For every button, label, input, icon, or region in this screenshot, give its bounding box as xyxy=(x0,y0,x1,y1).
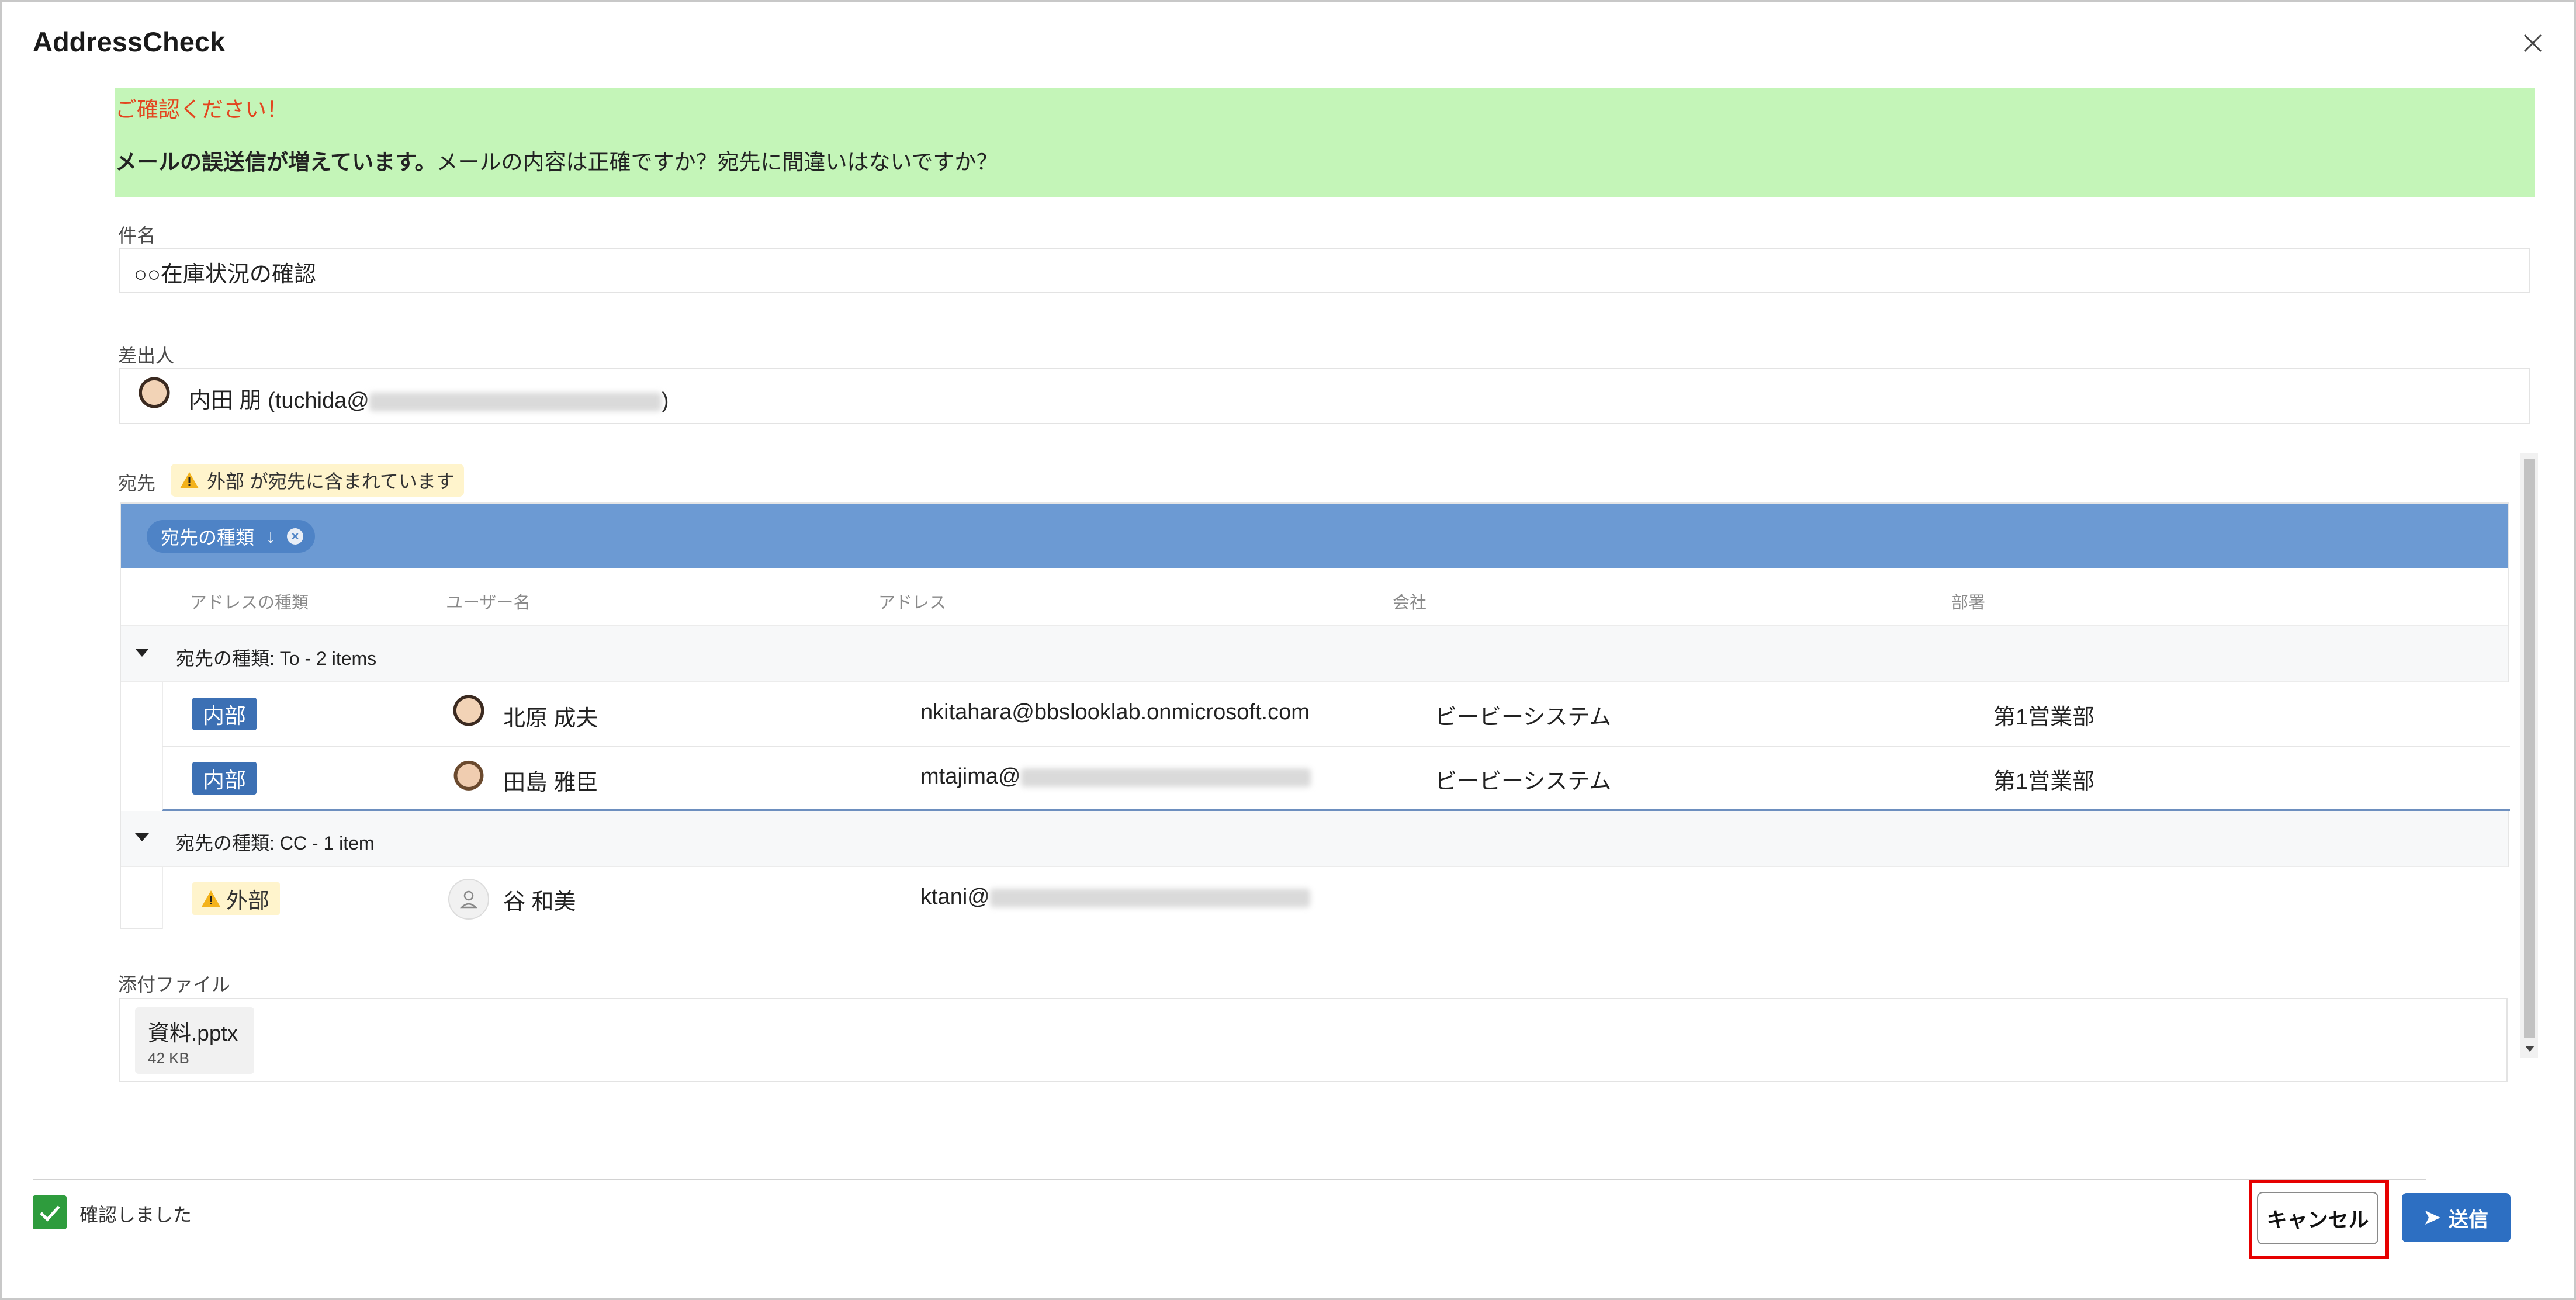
warning-banner: ご確認ください！ メールの誤送信が増えています。メールの内容は正確ですか？宛先に… xyxy=(115,88,2535,197)
scrollbar[interactable] xyxy=(2520,453,2538,1058)
column-header-department[interactable]: 部署 xyxy=(1951,589,1985,613)
sender-closing-paren: ) xyxy=(661,389,669,413)
blurred-email-domain xyxy=(369,392,662,411)
column-header-address[interactable]: アドレス xyxy=(878,589,946,613)
blurred-email-domain xyxy=(1020,768,1311,787)
sender-name-text: 内田 朋 (tuchida@ xyxy=(189,389,369,413)
group-row-label: 宛先の種類: CC - 1 item xyxy=(176,833,375,854)
group-by-bar: 宛先の種類 ↓ × xyxy=(121,504,2508,568)
warning-icon xyxy=(202,890,220,907)
confirm-checkbox[interactable] xyxy=(33,1195,67,1229)
external-warning-chip: 外部 が宛先に含まれています xyxy=(171,464,464,497)
external-badge: 外部 xyxy=(192,882,280,915)
internal-badge: 内部 xyxy=(192,762,257,795)
sender-label: 差出人 xyxy=(118,345,175,366)
sender-avatar xyxy=(134,376,175,417)
external-badge-label: 外部 xyxy=(226,889,269,913)
column-header-company[interactable]: 会社 xyxy=(1393,589,1427,613)
column-header-row: アドレスの種類 ユーザー名 アドレス 会社 部署 xyxy=(121,568,2508,626)
group-row-label: 宛先の種類: To - 2 items xyxy=(176,648,377,669)
department: 第1営業部 xyxy=(1993,705,2095,730)
warning-chip-text: 外部 が宛先に含まれています xyxy=(207,471,455,492)
table-row[interactable]: 外部 谷 和美 ktani@ xyxy=(162,867,2510,929)
subject-label: 件名 xyxy=(118,225,156,246)
attachment-size: 42 KB xyxy=(148,1049,189,1067)
send-button[interactable]: 送信 xyxy=(2402,1193,2511,1242)
address-text: ktani@ xyxy=(920,885,990,909)
user-name: 田島 雅臣 xyxy=(503,771,598,795)
group-row-to[interactable]: 宛先の種類: To - 2 items xyxy=(121,626,2508,682)
recipients-grid: 宛先の種類 ↓ × アドレスの種類 ユーザー名 アドレス 会社 部署 宛先の種類… xyxy=(120,502,2510,929)
cancel-button[interactable]: キャンセル xyxy=(2257,1192,2378,1244)
column-header-address-type[interactable]: アドレスの種類 xyxy=(190,589,309,613)
banner-message-rest: メールの内容は正確ですか？宛先に間違いはないですか？ xyxy=(436,150,998,174)
dialog-title: AddressCheck xyxy=(33,26,226,57)
attachments-label: 添付ファイル xyxy=(118,974,231,995)
table-row[interactable]: 内部 田島 雅臣 mtajima@ ビービーシステム 第1営業部 xyxy=(162,747,2510,811)
column-header-username[interactable]: ユーザー名 xyxy=(446,589,530,613)
avatar xyxy=(448,694,489,735)
recipients-label: 宛先 xyxy=(118,473,156,494)
department: 第1営業部 xyxy=(1993,769,2095,794)
send-button-label: 送信 xyxy=(2449,1208,2488,1231)
sender-name: 内田 朋 (tuchida@) xyxy=(189,382,669,414)
address-text: mtajima@ xyxy=(920,764,1021,789)
close-icon[interactable] xyxy=(2516,27,2549,60)
group-row-cc[interactable]: 宛先の種類: CC - 1 item xyxy=(121,811,2508,867)
user-name: 谷 和美 xyxy=(503,890,576,914)
group-chip-recipient-type[interactable]: 宛先の種類 ↓ × xyxy=(147,520,316,553)
address: mtajima@ xyxy=(920,764,1311,789)
company: ビービーシステム xyxy=(1435,705,1612,730)
confirm-label: 確認しました xyxy=(79,1204,192,1225)
checkmark-icon xyxy=(40,1205,60,1222)
blurred-email-domain xyxy=(989,888,1310,907)
scroll-thumb[interactable] xyxy=(2524,459,2535,1038)
address: ktani@ xyxy=(920,885,1310,910)
banner-message: メールの誤送信が増えています。メールの内容は正確ですか？宛先に間違いはないですか… xyxy=(115,144,998,176)
chip-remove-icon[interactable]: × xyxy=(287,528,304,545)
attachments-box: 資料.pptx 42 KB xyxy=(119,998,2508,1082)
banner-message-bold: メールの誤送信が増えています。 xyxy=(115,150,437,174)
internal-badge: 内部 xyxy=(192,698,257,730)
banner-heading: ご確認ください！ xyxy=(115,98,288,122)
footer-divider xyxy=(33,1179,2426,1180)
attachment-file[interactable]: 資料.pptx 42 KB xyxy=(135,1007,254,1074)
user-name: 北原 成夫 xyxy=(503,706,598,731)
collapse-triangle-icon[interactable] xyxy=(135,833,149,841)
table-row[interactable]: 内部 北原 成夫 nkitahara@bbslooklab.onmicrosof… xyxy=(162,682,2510,747)
subject-value: ○○在庫状況の確認 xyxy=(134,262,316,287)
company: ビービーシステム xyxy=(1435,769,1612,794)
address: nkitahara@bbslooklab.onmicrosoft.com xyxy=(920,700,1310,724)
subject-field: ○○在庫状況の確認 xyxy=(119,248,2530,293)
send-icon xyxy=(2425,1211,2440,1225)
collapse-triangle-icon[interactable] xyxy=(135,649,149,657)
sender-field: 内田 朋 (tuchida@) xyxy=(119,368,2530,424)
sort-arrow-icon[interactable]: ↓ xyxy=(266,526,275,547)
attachment-name: 資料.pptx xyxy=(148,1021,238,1045)
placeholder-avatar-icon xyxy=(448,879,489,920)
group-chip-label: 宛先の種類 xyxy=(161,527,255,548)
warning-icon xyxy=(180,472,199,488)
scroll-down-arrow-icon[interactable] xyxy=(2525,1046,2535,1052)
avatar xyxy=(448,758,489,799)
